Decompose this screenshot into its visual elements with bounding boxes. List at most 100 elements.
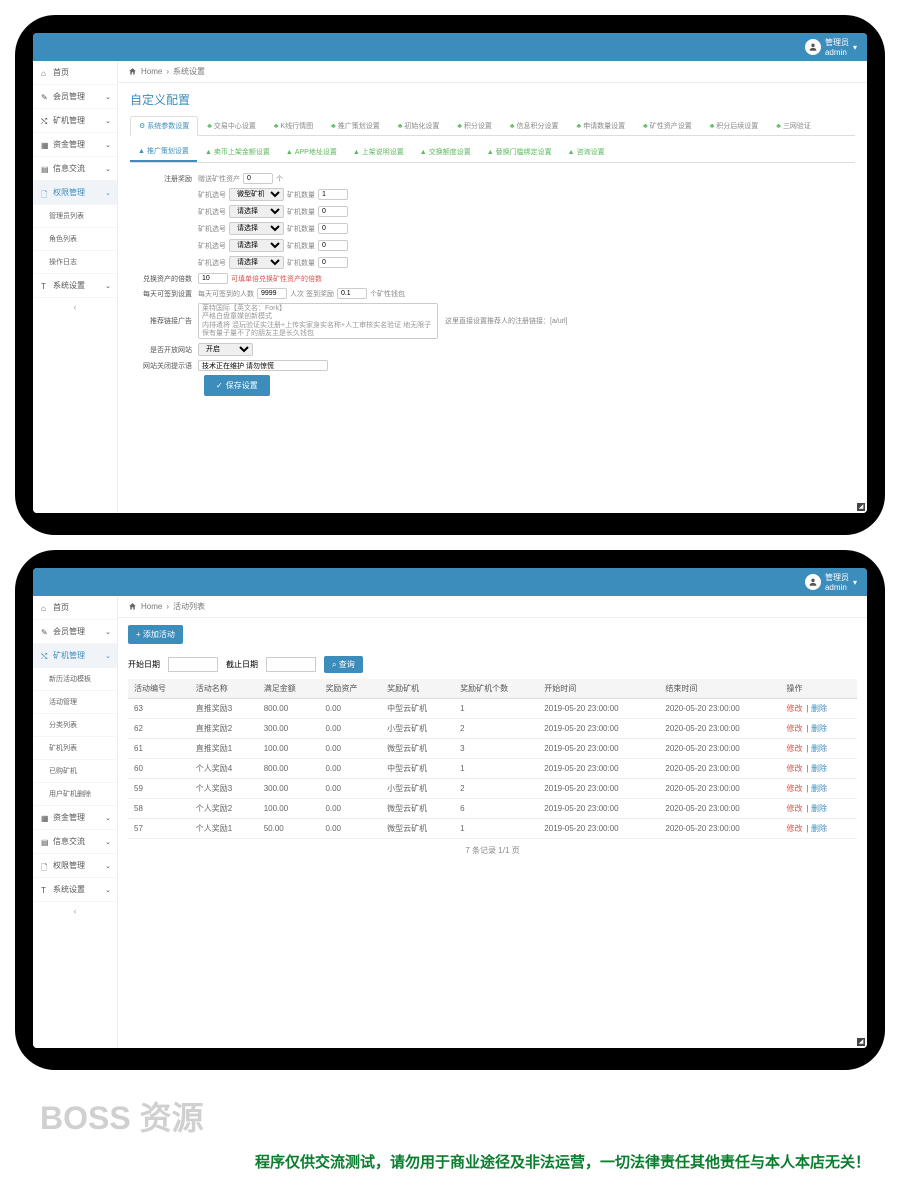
chevron-down-icon: ⌄ xyxy=(105,628,111,636)
delete-link[interactable]: 删除 xyxy=(811,704,827,713)
subtab[interactable]: ▲APP地址设置 xyxy=(278,142,345,162)
tab[interactable]: ⚙系统参数设置 xyxy=(130,116,198,136)
tab[interactable]: ♣K线行情图 xyxy=(265,116,322,135)
select-machine-type[interactable]: 请选择 xyxy=(229,205,284,218)
sidebar-item[interactable]: ▦资金管理⌄ xyxy=(33,133,117,157)
sidebar-item[interactable]: 角色列表 xyxy=(33,228,117,251)
sidebar-item[interactable]: ⤭矿机管理⌄ xyxy=(33,109,117,133)
label-register-reward: 注册奖励 xyxy=(138,174,198,184)
sidebar-item[interactable]: ✎会员管理⌄ xyxy=(33,620,117,644)
input-register-reward[interactable] xyxy=(243,173,273,184)
tab[interactable]: ♣推广策划设置 xyxy=(322,116,389,135)
table-row: 63直推奖励3800.000.00中型云矿机12019-05-20 23:00:… xyxy=(128,699,857,719)
delete-link[interactable]: 删除 xyxy=(811,764,827,773)
textarea-promo[interactable]: 莱特国际【英文名：Fork】 严格白盘童媒创新模式 内排遣将 混玩验证实注册+上… xyxy=(198,303,438,339)
input-end-date[interactable] xyxy=(266,657,316,672)
edit-link[interactable]: 修改 xyxy=(786,704,802,713)
sidebar-item[interactable]: ✎会员管理⌄ xyxy=(33,85,117,109)
edit-link[interactable]: 修改 xyxy=(786,744,802,753)
select-site-open[interactable]: 开启 xyxy=(198,343,253,356)
chevron-down-icon: ▾ xyxy=(853,578,857,587)
tab[interactable]: ♣初始化设置 xyxy=(389,116,449,135)
collapse-sidebar-button[interactable]: ‹ xyxy=(33,902,117,920)
edit-link[interactable]: 修改 xyxy=(786,724,802,733)
sidebar-item[interactable]: 新历活动模板 xyxy=(33,668,117,691)
search-button[interactable]: ⌕ 查询 xyxy=(324,656,363,673)
tab[interactable]: ♣交易中心设置 xyxy=(198,116,265,135)
sidebar-item[interactable]: T系统设置⌄ xyxy=(33,274,117,298)
save-button[interactable]: ✓ 保存设置 xyxy=(204,375,270,396)
tab[interactable]: ♣积分设置 xyxy=(448,116,501,135)
delete-link[interactable]: 删除 xyxy=(811,724,827,733)
chevron-down-icon: ⌄ xyxy=(105,93,111,101)
file-icon: 🗋 xyxy=(41,862,49,870)
select-machine-type[interactable]: 请选择 xyxy=(229,239,284,252)
input-closed-msg[interactable] xyxy=(198,360,328,371)
input-machine-count[interactable] xyxy=(318,206,348,217)
sidebar-item[interactable]: 分类列表 xyxy=(33,714,117,737)
tab[interactable]: ♣三网验证 xyxy=(767,116,820,135)
input-machine-count[interactable] xyxy=(318,257,348,268)
edit-link[interactable]: 修改 xyxy=(786,764,802,773)
form: 注册奖励 赠送矿性资产 个 矿机选号微型矿机（赠矿机数量矿机选号请选择矿机数量矿… xyxy=(118,163,867,406)
subtab[interactable]: ▲交换额度设置 xyxy=(412,142,479,162)
sidebar-item[interactable]: ▤信息交流⌄ xyxy=(33,157,117,181)
sidebar-item[interactable]: ⤭矿机管理⌄ xyxy=(33,644,117,668)
label-machine-count: 矿机数量 xyxy=(287,224,315,234)
tab[interactable]: ♣积分后续设置 xyxy=(701,116,768,135)
sidebar-item[interactable]: T系统设置⌄ xyxy=(33,878,117,902)
input-machine-count[interactable] xyxy=(318,189,348,200)
subtab[interactable]: ▲推广策划设置 xyxy=(130,142,197,162)
sidebar-item[interactable]: 已购矿机 xyxy=(33,760,117,783)
input-machine-count[interactable] xyxy=(318,240,348,251)
sidebar-item[interactable]: 用户矿机删除 xyxy=(33,783,117,806)
sidebar-item[interactable]: 🗋权限管理⌄ xyxy=(33,854,117,878)
tab[interactable]: ♣信息积分设置 xyxy=(501,116,568,135)
sidebar-item[interactable]: ⌂首页 xyxy=(33,61,117,85)
edit-icon: ✎ xyxy=(41,628,49,636)
delete-link[interactable]: 删除 xyxy=(811,744,827,753)
resize-handle[interactable]: ◢ xyxy=(857,503,865,511)
edit-link[interactable]: 修改 xyxy=(786,804,802,813)
topbar: 管理员admin ▾ xyxy=(33,33,867,61)
breadcrumb-home[interactable]: Home xyxy=(141,67,162,76)
subtab[interactable]: ▲卖币上架金额设置 xyxy=(197,142,278,162)
edit-link[interactable]: 修改 xyxy=(786,784,802,793)
subtab[interactable]: ▲上架说明设置 xyxy=(345,142,412,162)
input-daily-count[interactable] xyxy=(257,288,287,299)
tab-icon: ♣ xyxy=(457,123,462,130)
sidebar-item[interactable]: ▦资金管理⌄ xyxy=(33,806,117,830)
edit-link[interactable]: 修改 xyxy=(786,824,802,833)
label-start-date: 开始日期 xyxy=(128,659,160,670)
collapse-sidebar-button[interactable]: ‹ xyxy=(33,298,117,316)
sidebar-item[interactable]: ▤信息交流⌄ xyxy=(33,830,117,854)
input-machine-count[interactable] xyxy=(318,223,348,234)
select-machine-type[interactable]: 请选择 xyxy=(229,256,284,269)
delete-link[interactable]: 删除 xyxy=(811,804,827,813)
resize-handle[interactable]: ◢ xyxy=(857,1038,865,1046)
select-machine-type[interactable]: 请选择 xyxy=(229,222,284,235)
subtab[interactable]: ▲咨询设置 xyxy=(560,142,613,162)
input-start-date[interactable] xyxy=(168,657,218,672)
sidebar-item[interactable]: 🗋权限管理⌄ xyxy=(33,181,117,205)
sidebar-item[interactable]: 操作日志 xyxy=(33,251,117,274)
sidebar-item[interactable]: ⌂首页 xyxy=(33,596,117,620)
breadcrumb-home[interactable]: Home xyxy=(141,602,162,611)
sidebar-item[interactable]: 管理员列表 xyxy=(33,205,117,228)
tab[interactable]: ♣申请数量设置 xyxy=(568,116,635,135)
user-badge[interactable]: 管理员admin ▾ xyxy=(805,37,857,57)
add-activity-button[interactable]: + 添加活动 xyxy=(128,625,183,644)
device-frame-1: 管理员admin ▾ ⌂首页✎会员管理⌄⤭矿机管理⌄▦资金管理⌄▤信息交流⌄🗋权… xyxy=(15,15,885,535)
sidebar-item[interactable]: 活动管理 xyxy=(33,691,117,714)
delete-link[interactable]: 删除 xyxy=(811,784,827,793)
delete-link[interactable]: 删除 xyxy=(811,824,827,833)
subtab[interactable]: ▲替换门槛绑定设置 xyxy=(479,142,560,162)
table-row: 57个人奖励150.000.00微型云矿机12019-05-20 23:00:0… xyxy=(128,819,857,839)
sidebar-item[interactable]: 矿机列表 xyxy=(33,737,117,760)
input-daily-reward[interactable] xyxy=(337,288,367,299)
user-badge[interactable]: 管理员admin ▾ xyxy=(805,572,857,592)
sidebar: ⌂首页✎会员管理⌄⤭矿机管理⌄新历活动模板活动管理分类列表矿机列表已购矿机用户矿… xyxy=(33,596,118,1048)
input-exchange-multi[interactable] xyxy=(198,273,228,284)
select-machine-type[interactable]: 微型矿机（赠 xyxy=(229,188,284,201)
tab[interactable]: ♣矿性资产设置 xyxy=(634,116,701,135)
